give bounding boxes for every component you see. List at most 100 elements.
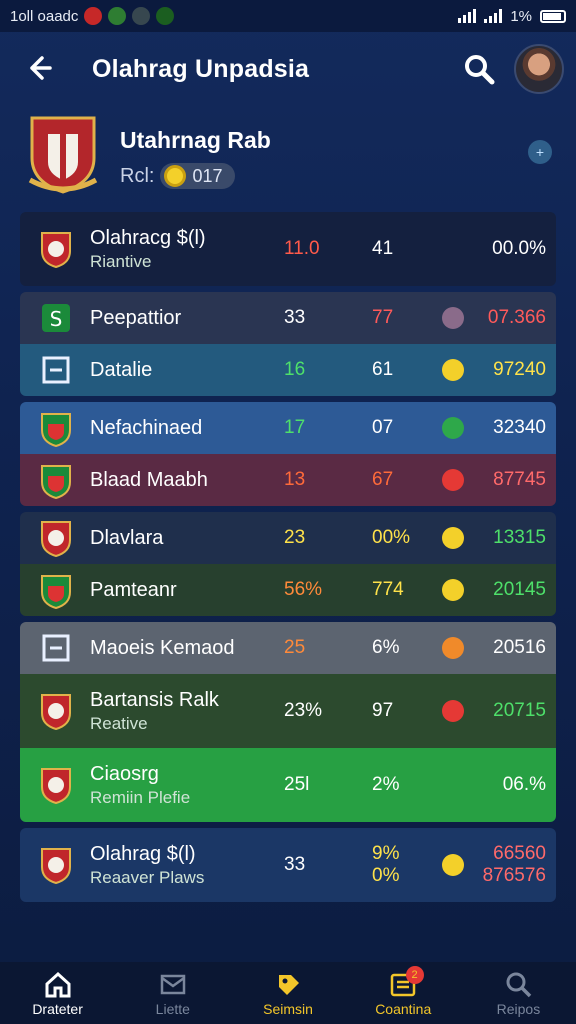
stat-col-2: 9% 0%: [372, 843, 400, 886]
team-subtitle: Riantive: [90, 251, 152, 271]
table-row[interactable]: Olahracg $(l) Riantive 11.0 41 00.0%: [20, 212, 556, 286]
mail-icon: [160, 974, 186, 995]
status-indicator-icon: [442, 854, 464, 876]
square-icon: [36, 628, 76, 668]
nav-label: Drateter: [32, 1001, 83, 1017]
stat-col-3: 07.366: [487, 307, 546, 328]
stat-col-1: 16: [284, 359, 306, 380]
tag-icon: [279, 975, 299, 995]
table-row[interactable]: Nefachinaed 17 07 32340: [20, 402, 556, 454]
stat-col-1: 25l: [284, 774, 310, 795]
status-indicator-icon: [442, 700, 464, 722]
nav-label: Liette: [155, 1001, 190, 1017]
avatar[interactable]: [514, 44, 564, 94]
team-name: Nefachinaed: [90, 416, 203, 439]
stat-col-3: 87745: [493, 469, 546, 490]
team-name: Blaad Maabh: [90, 468, 208, 491]
stat-col-1: 11.0: [284, 238, 320, 259]
stat-col-2: 07: [372, 417, 394, 438]
stat-col-1: 33: [284, 307, 306, 328]
stat-col-1: 23: [284, 527, 306, 548]
add-button[interactable]: +: [528, 140, 552, 164]
nav-label: Coantina: [375, 1001, 432, 1017]
stat-col-2: 41: [372, 238, 394, 259]
table-group: Olahracg $(l) Riantive 11.0 41 00.0%: [20, 212, 556, 286]
notification-badge: 2: [405, 966, 424, 984]
stat-col-2: 61: [372, 359, 394, 380]
status-indicator-icon: [442, 637, 464, 659]
stat-col-1: 56%: [284, 579, 323, 600]
club-name: Utahrnag Rab: [120, 127, 271, 153]
search-icon[interactable]: [462, 52, 496, 86]
stat-col-1: 23%: [284, 700, 323, 721]
table-group: S Peepattior 33 77 07.366 Datalie 16 61 97240: [20, 292, 556, 396]
table-group: Maoeis Kemaod 25 6% 20516 Bartansis Ralk Reat…: [20, 622, 556, 822]
svg-text:S: S: [50, 307, 63, 331]
team-name-block: Olahrag $(l) Reaaver Plaws: [90, 843, 204, 888]
nav-item-seimsin[interactable]: Seimsin: [230, 962, 345, 1024]
stat-col-2: 97: [372, 700, 394, 721]
status-indicator-icon: [442, 469, 464, 491]
nav-item-coantina[interactable]: Coantina 2: [346, 962, 461, 1024]
app-icon: [84, 7, 103, 25]
nav-item-reipos[interactable]: Reipos: [461, 962, 576, 1024]
table-group: Nefachinaed 17 07 32340 Blaad Maabh 13 67 87745: [20, 402, 556, 506]
stat-col-2: 00%: [372, 527, 411, 548]
table-row[interactable]: Maoeis Kemaod 25 6% 20516: [20, 622, 556, 674]
status-indicator-icon: [442, 359, 464, 381]
table-row[interactable]: Blaad Maabh 13 67 87745: [20, 454, 556, 506]
stat-col-3: 20516: [493, 637, 546, 658]
stat-col-3: 13315: [493, 527, 546, 548]
team-name-block: Maoeis Kemaod: [90, 637, 235, 660]
signal-icon: [484, 9, 503, 23]
status-carrier: 1oll oaadc: [10, 7, 79, 25]
nav-item-liette[interactable]: Liette: [115, 962, 230, 1024]
team-name-block: Datalie: [90, 359, 152, 382]
bottom-nav: Drateter Liette Seimsin Coantina 2 Reipos: [0, 962, 576, 1024]
table-row[interactable]: Pamteanr 56% 774 20145: [20, 564, 556, 616]
team-name-block: Olahracg $(l) Riantive: [90, 227, 206, 272]
table-row[interactable]: Bartansis Ralk Reative 23% 97 20715: [20, 674, 556, 748]
stat-col-2: 6%: [372, 637, 400, 658]
stat-col-2: 67: [372, 469, 394, 490]
coin-icon: [164, 165, 187, 187]
team-subtitle: Reative: [90, 713, 148, 733]
stat-col-3: 66560 876576: [482, 843, 546, 886]
shield-icon: [36, 570, 76, 610]
team-name: Olahracg $(l): [90, 226, 206, 249]
stat-col-3: 06.%: [502, 774, 546, 795]
table-row[interactable]: S Peepattior 33 77 07.366: [20, 292, 556, 344]
status-indicator-icon: [442, 417, 464, 439]
team-name: Pamteanr: [90, 578, 177, 601]
table-row[interactable]: Olahrag $(l) Reaaver Plaws 33 9% 0% 66560 87…: [20, 828, 556, 902]
stat-col-3: 00.0%: [492, 238, 546, 259]
table-row[interactable]: Ciaosrg Remiin Plefie 25l 2% 06.%: [20, 748, 556, 822]
nav-label: Reipos: [496, 1001, 541, 1017]
team-name: Maoeis Kemaod: [90, 636, 235, 659]
page-title: Olahrag Unpadsia: [92, 55, 310, 83]
stat-col-3: 20145: [493, 579, 546, 600]
app-icon: [156, 7, 175, 25]
team-name: Ciaosrg: [90, 762, 159, 785]
crest-icon: [36, 229, 76, 269]
stat-col-3: 32340: [493, 417, 546, 438]
stat-col-3: 20715: [493, 700, 546, 721]
team-name-block: Pamteanr: [90, 579, 177, 602]
team-name: Peepattior: [90, 306, 182, 329]
status-indicator-icon: [442, 527, 464, 549]
table-row[interactable]: Dlavlara 23 00% 13315: [20, 512, 556, 564]
stat-col-2: 774: [372, 579, 404, 600]
table-row[interactable]: Datalie 16 61 97240: [20, 344, 556, 396]
status-indicator-icon: [442, 579, 464, 601]
battery-icon: [540, 9, 566, 23]
crest-icon: [36, 518, 76, 558]
stat-col-1: 25: [284, 637, 306, 658]
crest-icon: [36, 765, 76, 805]
back-arrow-icon[interactable]: [22, 52, 54, 84]
nav-item-drateter[interactable]: Drateter: [0, 962, 115, 1024]
app-icon: [108, 7, 127, 25]
team-subtitle: Reaaver Plaws: [90, 867, 205, 887]
stat-col-1: 17: [284, 417, 306, 438]
app-header: Olahrag Unpadsia: [0, 40, 576, 100]
team-name-block: Ciaosrg Remiin Plefie: [90, 763, 190, 808]
